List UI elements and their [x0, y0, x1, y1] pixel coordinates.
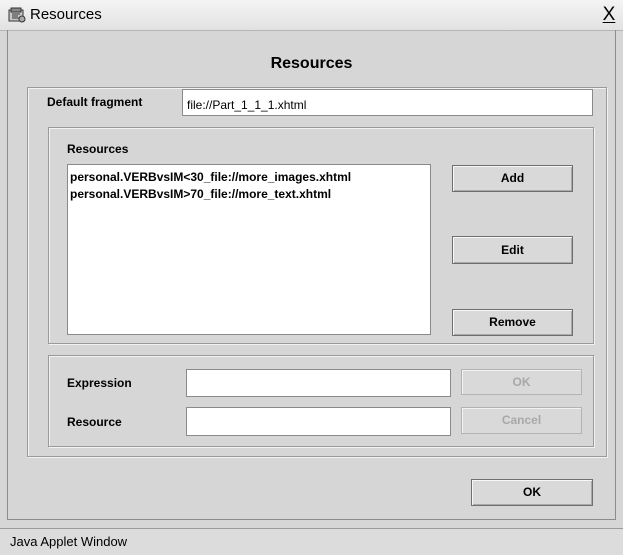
status-text: Java Applet Window: [10, 534, 128, 549]
resources-list[interactable]: personal.VERBvsIM<30_file://more_images.…: [67, 164, 431, 335]
remove-button[interactable]: Remove: [452, 309, 573, 336]
default-fragment-label: Default fragment: [47, 95, 143, 109]
cancel-button: Cancel: [461, 407, 582, 434]
status-bar: Java Applet Window: [0, 528, 623, 555]
close-icon[interactable]: X: [600, 5, 618, 25]
expression-field[interactable]: [186, 369, 451, 397]
edit-button[interactable]: Edit: [452, 236, 573, 264]
expression-label: Expression: [67, 376, 132, 390]
expression-ok-button: OK: [461, 369, 582, 395]
add-button[interactable]: Add: [452, 165, 573, 192]
list-item[interactable]: personal.VERBvsIM<30_file://more_images.…: [70, 169, 428, 186]
resource-field[interactable]: [186, 407, 451, 436]
ok-button[interactable]: OK: [471, 479, 593, 506]
resource-label: Resource: [67, 415, 122, 429]
applet-icon: [8, 7, 26, 23]
resources-label: Resources: [67, 142, 129, 156]
window-title: Resources: [30, 6, 102, 23]
title-bar: Resources X: [0, 0, 623, 31]
default-fragment-field[interactable]: [182, 89, 593, 116]
dialog-heading: Resources: [270, 55, 353, 72]
list-item[interactable]: personal.VERBvsIM>70_file://more_text.xh…: [70, 186, 428, 203]
